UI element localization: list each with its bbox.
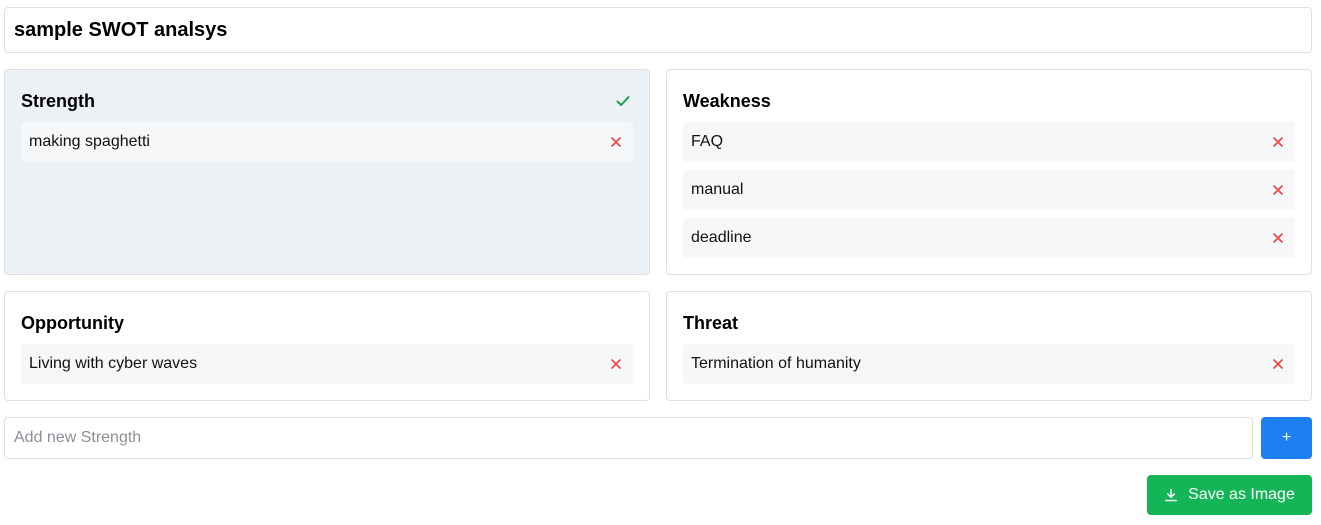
save-as-image-button[interactable]: Save as Image [1147,475,1312,515]
list-item: Living with cyber waves [21,344,633,384]
quadrant-strength[interactable]: Strength making spaghetti [4,69,650,275]
save-button-label: Save as Image [1188,486,1295,503]
quadrant-header: Strength [21,70,633,122]
item-text: FAQ [691,133,724,150]
quadrant-threat[interactable]: Threat Termination of humanity [666,291,1312,401]
quadrant-opportunity[interactable]: Opportunity Living with cyber waves [4,291,650,401]
close-icon[interactable] [607,355,625,373]
close-icon[interactable] [1269,181,1287,199]
quadrant-weakness[interactable]: Weakness FAQ manual deadline [666,69,1312,275]
quadrant-title-strength: Strength [21,90,95,111]
quadrant-header: Threat [683,292,1295,344]
swot-title: sample SWOT analsys [14,18,228,41]
add-button-label: + [1281,429,1292,446]
quadrant-title-opportunity: Opportunity [21,312,124,333]
item-text: Living with cyber waves [29,355,198,372]
item-text: deadline [691,229,752,246]
close-icon[interactable] [1269,133,1287,151]
list-item: deadline [683,218,1295,258]
list-item: making spaghetti [21,122,633,162]
swot-app: sample SWOT analsys Strength making spag… [0,0,1321,525]
list-item: Termination of humanity [683,344,1295,384]
item-text: manual [691,181,744,198]
list-item: manual [683,170,1295,210]
close-icon[interactable] [607,133,625,151]
check-icon [614,92,632,110]
quadrant-header: Opportunity [21,292,633,344]
item-text: Termination of humanity [691,355,861,372]
add-item-input[interactable] [4,417,1253,459]
quadrant-title-threat: Threat [683,312,739,333]
download-icon [1164,488,1178,502]
quadrant-header: Weakness [683,70,1295,122]
quadrant-title-weakness: Weakness [683,90,771,111]
close-icon[interactable] [1269,229,1287,247]
close-icon[interactable] [1269,355,1287,373]
item-text: making spaghetti [29,133,150,150]
swot-title-field[interactable]: sample SWOT analsys [4,7,1312,53]
list-item: FAQ [683,122,1295,162]
add-item-button[interactable]: + [1261,417,1312,459]
